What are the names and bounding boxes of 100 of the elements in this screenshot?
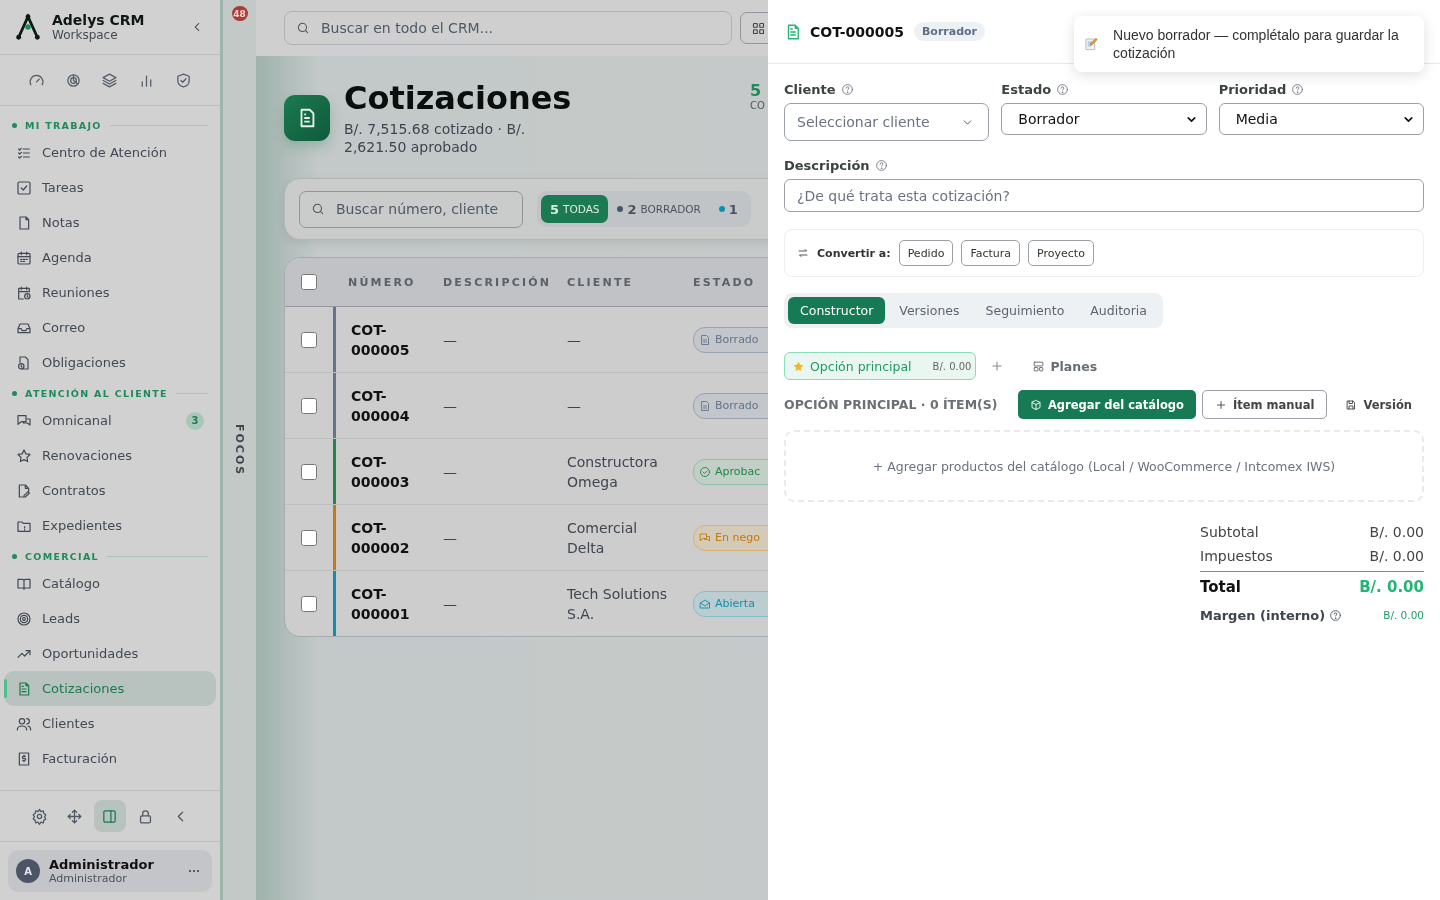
envelope-open-icon	[699, 597, 711, 610]
document-pen-icon	[16, 482, 32, 499]
page-title: Cotizaciones	[344, 78, 572, 118]
nav-item[interactable]: Centro de Atención	[4, 135, 216, 170]
table-cell-text: Constructora Omega	[567, 452, 659, 492]
checkbox-icon	[16, 179, 32, 196]
empty-drop-area[interactable]: + Agregar productos del catálogo (Local / WooCommerce / Intcomex IWS)	[784, 430, 1424, 502]
document-icon	[699, 333, 711, 346]
search-field[interactable]: Buscar número, cliente	[299, 190, 523, 228]
nav-item[interactable]: Correo	[4, 310, 216, 345]
nav-item[interactable]: Agenda	[4, 240, 216, 275]
select-field[interactable]: Media	[1218, 103, 1424, 135]
tab[interactable]: Seguimiento	[973, 297, 1077, 324]
column-header: CLIENTE	[567, 275, 635, 289]
user-name: Administrador	[49, 857, 155, 872]
option-tab[interactable]: Opción principal B/. 0.00	[784, 352, 977, 380]
status-badge: Aprobac	[693, 458, 768, 485]
grid-button[interactable]	[740, 12, 768, 44]
field-label: Cliente	[784, 82, 836, 97]
plus-icon	[1215, 398, 1227, 411]
row-checkbox[interactable]	[301, 529, 317, 546]
swap-arrows-icon	[797, 247, 809, 259]
document-clock-icon	[16, 354, 32, 371]
table-cell-text: —	[443, 528, 458, 548]
client-combobox[interactable]: Seleccionar cliente	[784, 103, 990, 141]
nav-item[interactable]: Notas	[4, 205, 216, 240]
nav-item[interactable]: Omnicanal 3	[4, 403, 216, 438]
convert-button[interactable]: Proyecto	[1028, 240, 1094, 266]
row-checkbox[interactable]	[301, 397, 317, 414]
select-field[interactable]: Borrador	[1001, 103, 1207, 135]
table-cell-text: —	[443, 594, 458, 614]
nav-item[interactable]: Clientes	[4, 706, 216, 741]
row-checkbox[interactable]	[301, 463, 317, 480]
total-label: Subtotal	[1200, 524, 1259, 540]
nav-item[interactable]: Facturación	[4, 741, 216, 776]
focus-tab[interactable]: FOCOS	[233, 424, 246, 477]
shield-check-icon	[175, 71, 193, 89]
filter-chip[interactable]: 5 TODAS	[541, 195, 609, 223]
nav-item[interactable]: Renovaciones	[4, 438, 216, 473]
total-label: Margen (interno)	[1200, 607, 1326, 623]
grid-icon	[750, 20, 766, 36]
brand-subtitle: Workspace	[52, 28, 119, 42]
nav-item[interactable]: Leads	[4, 601, 216, 636]
filter-chip[interactable]: 2 BORRADOR	[608, 195, 710, 223]
nav-item[interactable]: Reuniones	[4, 275, 216, 310]
nav-item[interactable]: Oportunidades	[4, 636, 216, 671]
table-cell-text: —	[443, 396, 458, 416]
nav-item[interactable]: Contratos	[4, 473, 216, 508]
tab[interactable]: Constructor	[788, 297, 886, 324]
field-label: Prioridad	[1218, 82, 1287, 97]
search-field[interactable]: Buscar en todo el CRM...	[284, 11, 732, 45]
help-icon[interactable]	[1291, 83, 1305, 96]
convert-button[interactable]: Pedido	[898, 240, 954, 266]
total-value: B/. 0.00	[1359, 578, 1424, 596]
column-header: NÚMERO	[347, 275, 417, 289]
user-card[interactable]: A Administrador Administrador	[8, 850, 212, 892]
table-cell-text: —	[567, 396, 582, 416]
help-icon[interactable]	[1056, 83, 1070, 96]
filter-chip[interactable]: 1	[709, 195, 747, 223]
row-checkbox[interactable]	[301, 331, 317, 348]
table-cell: COT-000001	[333, 571, 443, 636]
document-icon	[16, 680, 32, 697]
add-from-catalog-button[interactable]: Agregar del catálogo	[1017, 390, 1196, 419]
table-cell: COT-000002	[333, 505, 443, 570]
star-icon	[792, 359, 805, 373]
select-all-checkbox[interactable]	[301, 274, 317, 290]
help-icon[interactable]	[840, 83, 854, 96]
tab[interactable]: Auditoria	[1078, 297, 1159, 324]
nav-item[interactable]: Tareas	[4, 170, 216, 205]
nav-item[interactable]: Expedientes	[4, 508, 216, 543]
nav-item[interactable]: Obligaciones	[4, 345, 216, 380]
status-badge: Borrador	[913, 22, 985, 41]
layers-icon	[101, 71, 119, 89]
section-title: OPCIÓN PRINCIPAL · 0 ÍTEM(S)	[784, 397, 998, 412]
tab[interactable]: Versiones	[887, 297, 972, 324]
manual-item-button[interactable]: Ítem manual	[1202, 390, 1328, 419]
row-checkbox[interactable]	[301, 595, 317, 612]
empty-hint: + Agregar productos del catálogo (Local / WooCommerce / Intcomex IWS)	[872, 458, 1336, 474]
total-value: B/. 0.00	[1369, 524, 1424, 540]
panel-icon	[101, 807, 119, 825]
quote-number: COT-000005	[810, 23, 904, 40]
nav-item[interactable]: Catálogo	[4, 566, 216, 601]
panel-button[interactable]	[93, 800, 126, 832]
calendar-icon	[16, 249, 32, 266]
plans-button[interactable]: Planes	[1026, 357, 1104, 375]
brand-name: Adelys CRM	[52, 12, 146, 28]
total-label: Total	[1200, 578, 1241, 596]
section-dot	[12, 123, 17, 128]
help-icon[interactable]	[1329, 608, 1343, 622]
stat-value: 5	[750, 82, 763, 100]
package-icon	[1029, 398, 1042, 411]
save-version-button[interactable]: Versión	[1333, 390, 1424, 419]
column-header: DESCRIPCIÓN	[443, 275, 553, 289]
help-icon[interactable]	[874, 159, 888, 172]
settings-icon	[31, 807, 49, 825]
description-input[interactable]: ¿De qué trata esta cotización?	[784, 179, 1424, 212]
convert-button[interactable]: Factura	[961, 240, 1021, 266]
table-cell-text: —	[443, 330, 458, 350]
search-icon	[311, 202, 325, 216]
user-role: Administrador	[49, 872, 128, 885]
